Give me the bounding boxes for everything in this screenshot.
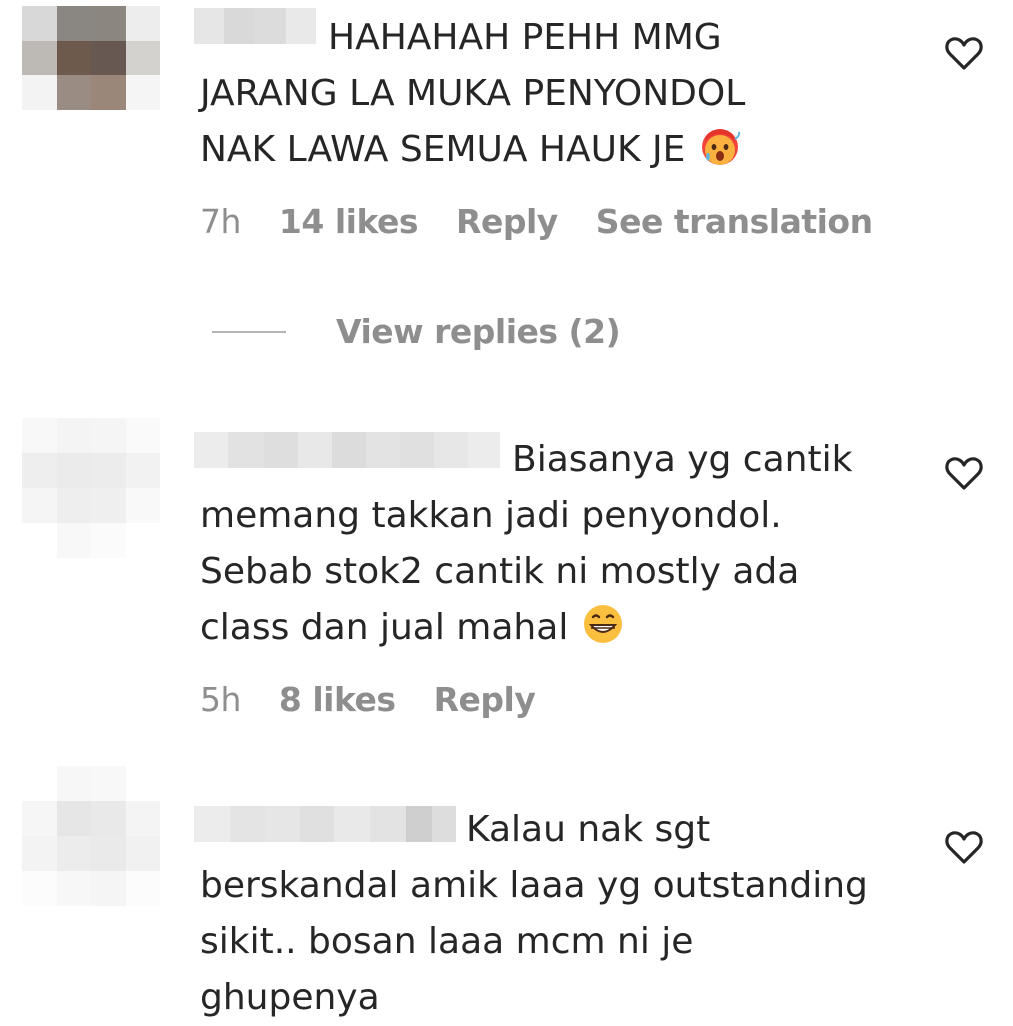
comment-line-1: Kalau nak sgt [466,809,711,850]
comment-text: Biasanya yg cantik memang takkan jadi pe… [200,432,940,656]
comment-text: HAHAHAH PEHH MMG JARANG LA MUKA PENYONDO… [200,10,940,178]
comment-time: 5h [200,680,241,719]
comment-line-2: berskandal amik laaa yg outstanding [200,865,868,906]
see-translation-button[interactable]: See translation [596,202,873,241]
avatar[interactable] [22,418,160,558]
reply-button[interactable]: Reply [456,202,558,241]
comment-meta: 5h 8 likes Reply [200,680,573,719]
comment-line-3: sikit.. bosan laaa mcm ni je [200,921,694,962]
likes-count[interactable]: 8 likes [279,680,396,719]
likes-count[interactable]: 14 likes [279,202,419,241]
comment-line-1: HAHAHAH PEHH MMG [328,17,722,58]
comment-line-1: Biasanya yg cantik [512,439,853,480]
replies-divider [212,330,286,333]
avatar[interactable] [22,6,160,110]
comment-line-2: memang takkan jadi penyondol. [200,495,782,536]
avatar[interactable] [22,766,160,906]
comment-line-4: class dan jual mahal [200,607,569,648]
heart-icon[interactable] [944,34,984,72]
comment-line-2: JARANG LA MUKA PENYONDOL [200,73,746,114]
hot-face-emoji [702,129,741,165]
heart-icon[interactable] [944,454,984,492]
comment-text: Kalau nak sgt berskandal amik laaa yg ou… [200,802,940,1026]
heart-icon[interactable] [944,828,984,866]
reply-button[interactable]: Reply [434,680,536,719]
grinning-face-emoji [584,605,623,643]
comment-line-4: ghupenya [200,977,380,1018]
comment-time: 7h [200,202,241,241]
view-replies[interactable]: View replies (2) [212,312,621,351]
comment-line-3: Sebab stok2 cantik ni mostly ada [200,551,800,592]
comment-line-3: NAK LAWA SEMUA HAUK JE [200,129,686,170]
view-replies-label[interactable]: View replies (2) [336,312,621,351]
comment-meta: 7h 14 likes Reply See translation [200,202,911,241]
